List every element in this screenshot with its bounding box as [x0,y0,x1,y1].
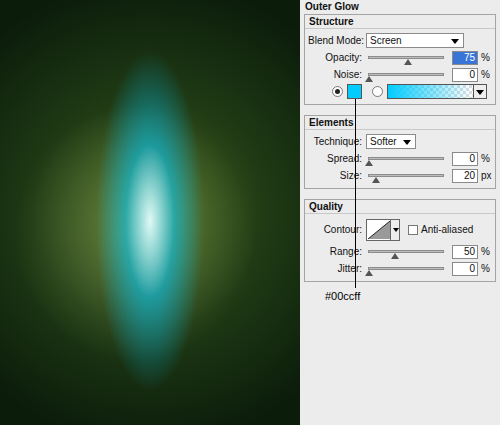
field-label: Technique: [308,136,366,148]
slider-thumb[interactable] [391,253,399,259]
contour-curve-icon [368,221,390,239]
slider-track[interactable] [368,174,444,177]
dropdown-value: Screen [370,35,402,46]
slider-label: Jitter: [308,263,366,275]
gradient-fill [388,85,472,98]
value-field[interactable]: 0 [452,262,478,276]
dropdown-row: Technique: Softer [308,133,492,150]
slider-label: Range: [308,246,366,258]
slider-row: Opacity: 75% [308,49,492,66]
outer-glow-panel: Outer Glow Structure Blend Mode: Screen Opac… [300,0,500,425]
slider-thumb[interactable] [365,160,373,166]
anti-aliased-label: Anti-aliased [421,224,473,236]
slider-track[interactable] [368,73,444,76]
field-label: Blend Mode: [308,35,366,47]
slider-thumb[interactable] [404,59,412,65]
dropdown-row: Blend Mode: Screen [308,32,492,49]
slider-label: Noise: [308,69,366,81]
panel-title: Outer Glow [304,1,496,13]
slider-row: Jitter: 0% [308,260,492,277]
dropdown-value: Softer [370,136,397,147]
contour-picker[interactable] [366,219,400,241]
value-field[interactable]: 0 [452,68,478,82]
slider-thumb[interactable] [365,270,373,276]
slider-row: Noise: 0% [308,66,492,83]
unit-label: % [478,52,492,64]
value-field[interactable]: 50 [452,245,478,259]
value-field[interactable]: 0 [452,152,478,166]
group-title: Structure [305,15,495,29]
slider-thumb[interactable] [372,177,380,183]
callout-label: #00ccff [325,290,360,303]
slider-label: Spread: [308,153,366,165]
color-swatch[interactable] [347,84,362,99]
gradient-dropdown-button[interactable] [473,85,486,98]
dropdown[interactable]: Screen [366,33,464,48]
contour-dropdown-button[interactable] [390,220,399,240]
slider-label: Size: [308,170,366,182]
contour-row: Contour: Anti-aliased [308,217,492,243]
value-field[interactable]: 20 [452,169,478,183]
group-title: Elements [305,116,495,130]
anti-aliased-option[interactable]: Anti-aliased [408,224,473,236]
value-field[interactable]: 75 [452,51,478,65]
group-box: Elements Technique: Softer Spread: 0% Size: 20… [304,115,496,189]
unit-label: % [478,263,492,275]
group-title: Quality [305,200,495,214]
dropdown[interactable]: Softer [366,134,416,149]
unit-label: % [478,246,492,258]
fill-row [308,83,492,100]
fill-radio[interactable] [332,86,343,97]
dropdown-arrow-icon [393,228,399,232]
dropdown-arrow-icon [476,90,484,95]
artwork-image [0,0,300,425]
unit-label: px [478,170,492,182]
gradient-picker[interactable] [387,84,487,99]
dropdown-arrow-icon [451,39,459,44]
slider-label: Opacity: [308,52,366,64]
slider-thumb[interactable] [365,76,373,82]
slider-track[interactable] [368,250,444,253]
unit-label: % [478,153,492,165]
dropdown-arrow-icon [403,140,411,145]
slider-track[interactable] [368,267,444,270]
slider-track[interactable] [368,157,444,160]
group-box: StructureBlend Mode:ScreenOpacity:75%Noi… [304,14,496,105]
unit-label: % [478,69,492,81]
callout-line [355,99,356,288]
slider-row: Size: 20px [308,167,492,184]
contour-label: Contour: [308,224,366,236]
anti-aliased-checkbox[interactable] [408,225,418,235]
slider-row: Range: 50% [308,243,492,260]
slider-row: Spread: 0% [308,150,492,167]
group-box: QualityContour:Anti-aliasedRange:50%Jitt… [304,199,496,282]
fill-radio[interactable] [372,86,383,97]
slider-track[interactable] [368,56,444,59]
